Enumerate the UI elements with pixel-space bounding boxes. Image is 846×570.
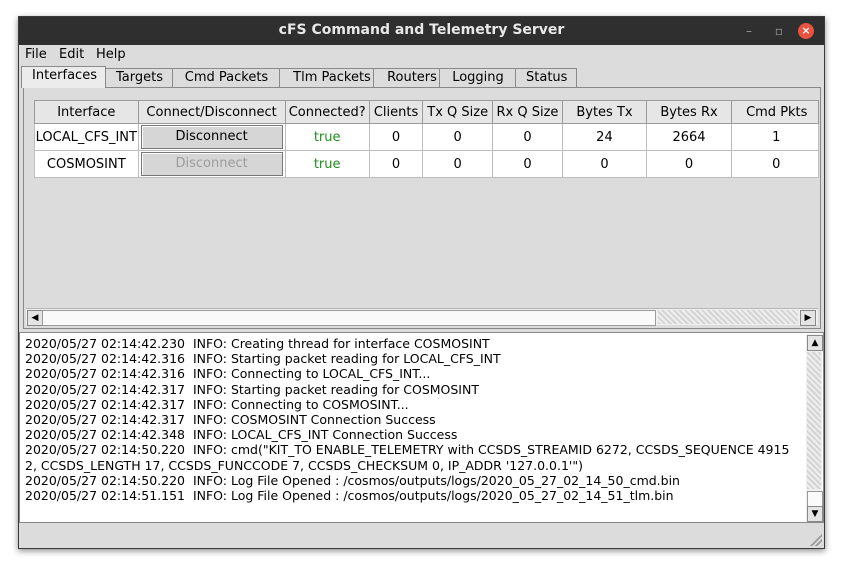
tab-targets[interactable]: Targets	[105, 68, 174, 87]
horizontal-scroll-thumb[interactable]	[42, 310, 656, 326]
vertical-scroll-track[interactable]	[807, 352, 821, 489]
minimize-icon[interactable]: –	[741, 23, 757, 39]
close-icon[interactable]: ×	[798, 23, 814, 39]
header-interface[interactable]: Interface	[34, 100, 139, 124]
cell-connected: true	[284, 123, 370, 151]
table-row: LOCAL_CFS_INT Disconnect true 0 0 0 24 2…	[34, 123, 819, 151]
main-window: cFS Command and Telemetry Server – ▫ × F…	[18, 16, 825, 549]
log-line: 2020/05/27 02:14:50.220 INFO: Log File O…	[25, 472, 680, 488]
menu-help[interactable]: Help	[96, 47, 126, 62]
disconnect-button-disabled: Disconnect	[140, 152, 283, 176]
horizontal-scrollbar[interactable]: ◀ ▶	[26, 308, 818, 326]
table-header-row: Interface Connect/Disconnect Connected? …	[34, 100, 819, 124]
log-line: 2020/05/27 02:14:42.348 INFO: LOCAL_CFS_…	[25, 427, 458, 443]
log-lines: 2020/05/27 02:14:42.230 INFO: Creating t…	[25, 336, 800, 503]
scroll-down-icon[interactable]: ▼	[807, 506, 823, 522]
cell-cmd-pkts: 0	[731, 150, 819, 178]
horizontal-scroll-track[interactable]	[658, 310, 798, 324]
log-line: 2020/05/27 02:14:42.317 INFO: Starting p…	[25, 381, 479, 397]
scroll-right-icon[interactable]: ▶	[800, 310, 816, 326]
cell-connected: true	[284, 150, 370, 178]
cell-tx-q: 0	[422, 123, 493, 151]
log-output[interactable]: 2020/05/27 02:14:42.230 INFO: Creating t…	[19, 332, 824, 523]
log-line: 2020/05/27 02:14:51.151 INFO: Log File O…	[25, 488, 674, 504]
header-bytes-rx[interactable]: Bytes Rx	[645, 100, 733, 124]
log-line: 2020/05/27 02:14:42.230 INFO: Creating t…	[25, 336, 490, 351]
cell-bytes-rx: 0	[645, 150, 733, 178]
cell-button: Disconnect	[137, 123, 286, 151]
log-line: 2020/05/27 02:14:50.220 INFO: cmd("KIT_T…	[25, 442, 790, 473]
cell-clients: 0	[368, 123, 424, 151]
maximize-icon[interactable]: ▫	[771, 23, 787, 39]
log-line: 2020/05/27 02:14:42.317 INFO: Connecting…	[25, 396, 409, 412]
cell-rx-q: 0	[492, 123, 563, 151]
log-line: 2020/05/27 02:14:42.316 INFO: Starting p…	[25, 351, 501, 367]
disconnect-button[interactable]: Disconnect	[140, 125, 283, 149]
header-cmd-pkts[interactable]: Cmd Pkts	[731, 100, 819, 124]
window-title: cFS Command and Telemetry Server	[278, 22, 565, 38]
status-bar	[19, 524, 824, 548]
tab-interfaces[interactable]: Interfaces	[21, 66, 106, 88]
scroll-left-icon[interactable]: ◀	[27, 310, 43, 326]
resize-grip-icon[interactable]	[810, 534, 822, 546]
vertical-scrollbar[interactable]: ▲ ▼	[806, 334, 823, 522]
log-line: 2020/05/27 02:14:42.316 INFO: Connecting…	[25, 366, 431, 382]
header-bytes-tx[interactable]: Bytes Tx	[561, 100, 647, 124]
tab-cmd-packets[interactable]: Cmd Packets	[172, 68, 281, 87]
tab-bar: Interfaces Targets Cmd Packets Tlm Packe…	[21, 66, 821, 88]
cell-cmd-pkts: 1	[731, 123, 819, 151]
cell-bytes-rx: 2664	[645, 123, 733, 151]
cell-bytes-tx: 24	[561, 123, 647, 151]
header-tx-q-size[interactable]: Tx Q Size	[422, 100, 493, 124]
interfaces-table-area: Interface Connect/Disconnect Connected? …	[34, 100, 819, 312]
cell-tx-q: 0	[422, 150, 493, 178]
vertical-scroll-thumb[interactable]	[807, 491, 823, 507]
header-clients[interactable]: Clients	[368, 100, 424, 124]
interfaces-table: Interface Connect/Disconnect Connected? …	[34, 100, 819, 178]
cell-interface: COSMOSINT	[34, 150, 139, 178]
menu-bar: File Edit Help	[19, 45, 824, 65]
tab-status[interactable]: Status	[515, 68, 577, 87]
cell-bytes-tx: 0	[561, 150, 647, 178]
scroll-up-icon[interactable]: ▲	[807, 335, 823, 351]
cell-interface: LOCAL_CFS_INT	[34, 123, 139, 151]
tab-logging[interactable]: Logging	[439, 68, 517, 87]
title-bar[interactable]: cFS Command and Telemetry Server – ▫ ×	[19, 17, 824, 45]
header-connect-disconnect[interactable]: Connect/Disconnect	[137, 100, 286, 124]
log-line: 2020/05/27 02:14:42.317 INFO: COSMOSINT …	[25, 412, 436, 428]
tab-tlm-packets[interactable]: Tlm Packets	[279, 68, 385, 87]
cell-button: Disconnect	[137, 150, 286, 178]
menu-edit[interactable]: Edit	[59, 47, 84, 62]
cell-clients: 0	[368, 150, 424, 178]
menu-file[interactable]: File	[25, 47, 47, 62]
table-row: COSMOSINT Disconnect true 0 0 0 0 0 0	[34, 150, 819, 178]
header-rx-q-size[interactable]: Rx Q Size	[492, 100, 563, 124]
interfaces-panel: Interface Connect/Disconnect Connected? …	[23, 87, 821, 329]
cell-rx-q: 0	[492, 150, 563, 178]
header-connected[interactable]: Connected?	[284, 100, 370, 124]
